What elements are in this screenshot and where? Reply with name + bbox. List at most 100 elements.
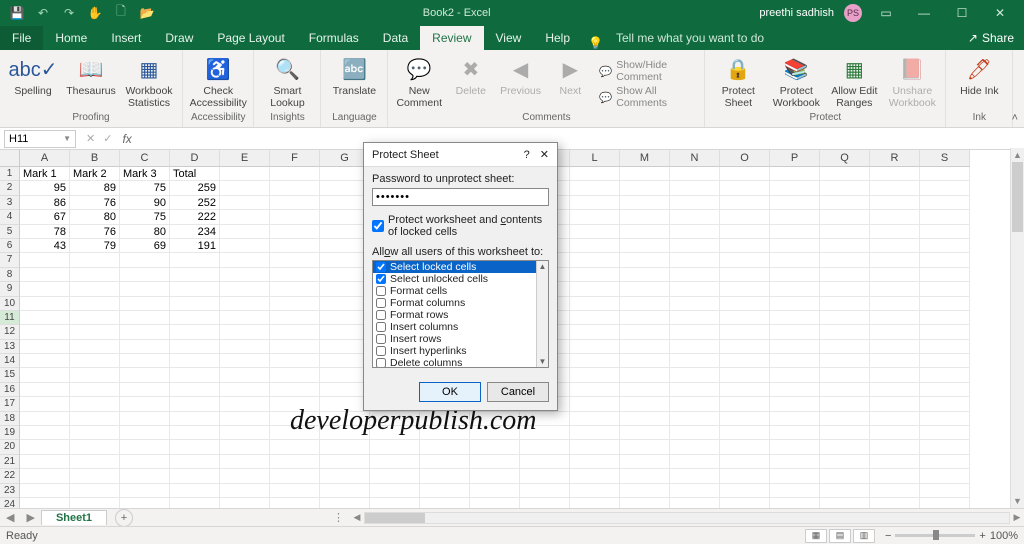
zoom-in-icon[interactable]: + xyxy=(979,530,985,542)
cell[interactable] xyxy=(770,368,820,382)
cell[interactable] xyxy=(870,426,920,440)
cell[interactable]: Total xyxy=(170,167,220,181)
cell[interactable] xyxy=(920,311,970,325)
cell[interactable] xyxy=(370,412,420,426)
row-header[interactable]: 17 xyxy=(0,397,20,411)
check-accessibility-button[interactable]: ♿Check Accessibility xyxy=(193,55,243,109)
column-header[interactable]: M xyxy=(620,150,670,167)
show-hide-comment-button[interactable]: 💬Show/Hide Comment xyxy=(599,59,696,83)
cell[interactable] xyxy=(870,340,920,354)
cell[interactable] xyxy=(270,440,320,454)
horizontal-scrollbar[interactable]: ⋮ ◀ ▶ xyxy=(333,511,1024,525)
cell[interactable] xyxy=(870,368,920,382)
cell[interactable]: 80 xyxy=(120,225,170,239)
row-header[interactable]: 19 xyxy=(0,426,20,440)
cell[interactable] xyxy=(670,325,720,339)
zoom-control[interactable]: − + 100% xyxy=(885,530,1018,542)
cell[interactable] xyxy=(870,239,920,253)
cell[interactable] xyxy=(820,253,870,267)
cell[interactable] xyxy=(570,455,620,469)
cell[interactable] xyxy=(670,383,720,397)
cell[interactable] xyxy=(20,426,70,440)
cell[interactable] xyxy=(320,440,370,454)
cell[interactable] xyxy=(20,253,70,267)
cell[interactable] xyxy=(920,383,970,397)
cell[interactable] xyxy=(820,426,870,440)
cell[interactable] xyxy=(920,225,970,239)
cell[interactable] xyxy=(170,440,220,454)
cell[interactable] xyxy=(920,368,970,382)
zoom-slider[interactable] xyxy=(895,534,975,537)
cell[interactable] xyxy=(770,455,820,469)
cell[interactable] xyxy=(120,397,170,411)
cell[interactable] xyxy=(770,239,820,253)
cell[interactable] xyxy=(770,484,820,498)
cell[interactable] xyxy=(670,469,720,483)
cell[interactable] xyxy=(820,225,870,239)
cell[interactable] xyxy=(120,354,170,368)
cell[interactable] xyxy=(520,426,570,440)
next-comment-button[interactable]: ▶Next xyxy=(549,55,591,97)
cell[interactable] xyxy=(570,239,620,253)
cell[interactable] xyxy=(20,297,70,311)
cell[interactable] xyxy=(620,440,670,454)
tab-file[interactable]: File xyxy=(0,26,43,50)
collapse-ribbon-icon[interactable]: ˄ xyxy=(1012,112,1018,124)
scroll-down-icon[interactable]: ▼ xyxy=(1011,494,1024,508)
cell[interactable] xyxy=(170,426,220,440)
cell[interactable] xyxy=(470,484,520,498)
cell[interactable] xyxy=(870,412,920,426)
cell[interactable] xyxy=(870,311,920,325)
cell[interactable] xyxy=(770,412,820,426)
cell[interactable] xyxy=(270,368,320,382)
protect-checkbox-input[interactable] xyxy=(372,220,384,232)
column-header[interactable]: Q xyxy=(820,150,870,167)
cell[interactable] xyxy=(920,210,970,224)
cell[interactable]: 222 xyxy=(170,210,220,224)
cell[interactable] xyxy=(870,282,920,296)
cell[interactable] xyxy=(720,239,770,253)
cell[interactable] xyxy=(770,196,820,210)
cell[interactable] xyxy=(120,455,170,469)
cell[interactable] xyxy=(520,484,570,498)
row-header[interactable]: 6 xyxy=(0,239,20,253)
cell[interactable] xyxy=(170,397,220,411)
row-header[interactable]: 18 xyxy=(0,412,20,426)
cell[interactable] xyxy=(270,484,320,498)
cell[interactable] xyxy=(120,440,170,454)
cell[interactable] xyxy=(370,469,420,483)
page-layout-view-button[interactable]: ▤ xyxy=(829,529,851,543)
scroll-up-icon[interactable]: ▲ xyxy=(1011,148,1024,162)
cell[interactable] xyxy=(870,268,920,282)
cell[interactable] xyxy=(120,340,170,354)
normal-view-button[interactable]: ▦ xyxy=(805,529,827,543)
prev-comment-button[interactable]: ◀Previous xyxy=(500,55,542,97)
cell[interactable] xyxy=(620,167,670,181)
cell[interactable] xyxy=(920,340,970,354)
cell[interactable] xyxy=(270,268,320,282)
row-header[interactable]: 15 xyxy=(0,368,20,382)
cell[interactable] xyxy=(820,311,870,325)
cell[interactable] xyxy=(820,325,870,339)
cell[interactable] xyxy=(220,282,270,296)
cell[interactable] xyxy=(720,368,770,382)
cell[interactable] xyxy=(20,325,70,339)
cell[interactable] xyxy=(320,455,370,469)
tab-help[interactable]: Help xyxy=(533,26,582,50)
cell[interactable] xyxy=(170,311,220,325)
column-header[interactable]: R xyxy=(870,150,920,167)
vscroll-thumb[interactable] xyxy=(1012,162,1023,232)
protect-worksheet-checkbox[interactable]: Protect worksheet and contents of locked… xyxy=(372,214,549,238)
cell[interactable]: 75 xyxy=(120,210,170,224)
cell[interactable] xyxy=(170,469,220,483)
cell[interactable]: 95 xyxy=(20,181,70,195)
cell[interactable] xyxy=(820,368,870,382)
column-header[interactable]: S xyxy=(920,150,970,167)
cell[interactable] xyxy=(220,210,270,224)
cell[interactable] xyxy=(20,455,70,469)
column-header[interactable]: B xyxy=(70,150,120,167)
cell[interactable] xyxy=(570,440,620,454)
cell[interactable] xyxy=(670,268,720,282)
cell[interactable] xyxy=(720,397,770,411)
permission-checkbox[interactable] xyxy=(376,358,386,368)
